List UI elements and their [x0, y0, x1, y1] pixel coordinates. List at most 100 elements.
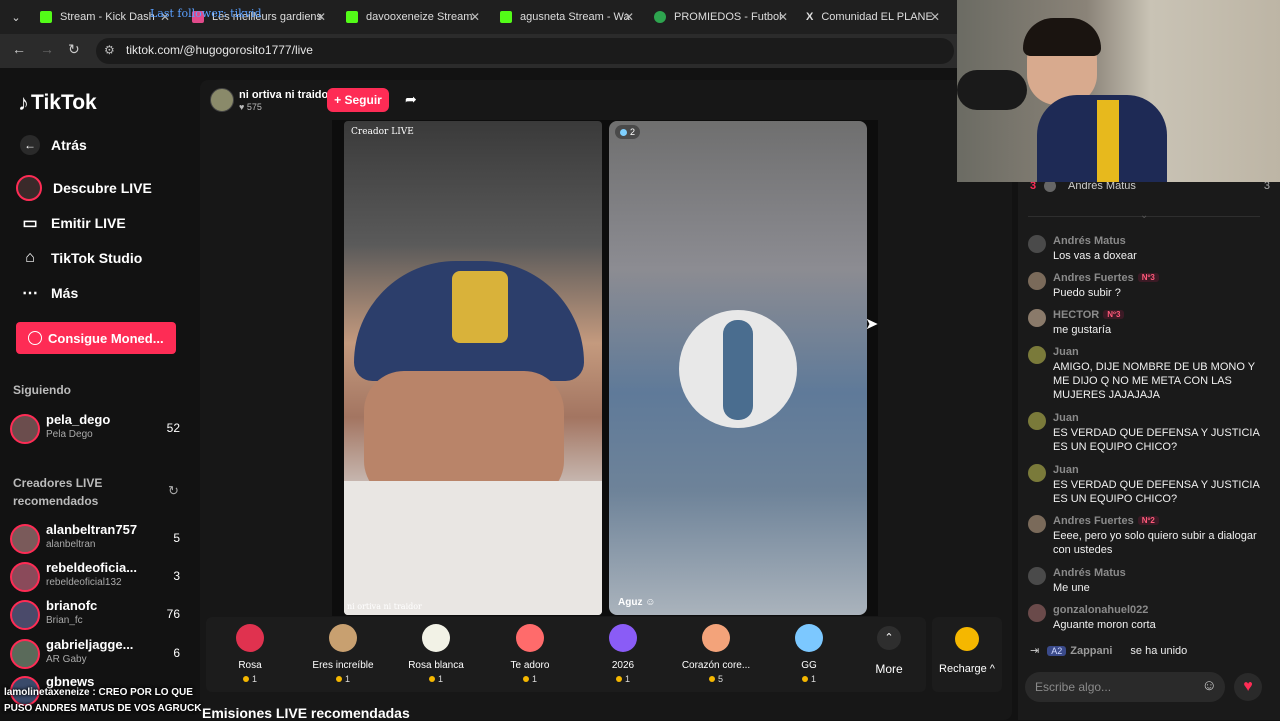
host-avatar[interactable]	[210, 88, 234, 112]
shirt-shape	[344, 481, 602, 615]
reload-icon[interactable]: ↻	[68, 41, 80, 58]
promiedos-icon	[654, 11, 666, 23]
guest-avatar[interactable]	[679, 310, 797, 428]
browser-tab[interactable]: agusneta Stream - Wa ✕	[500, 4, 638, 30]
host-likes: ♥ 575	[239, 102, 262, 112]
rose-icon	[236, 624, 264, 652]
tiktok-logo[interactable]: ♪ TikTok	[18, 90, 97, 116]
more-gifts-button[interactable]: ⌃ More	[868, 626, 910, 676]
nav-back[interactable]: ← Atrás	[20, 135, 87, 155]
tab-close-icon[interactable]: ✕	[470, 10, 480, 24]
gift-te-adoro[interactable]: Te adoro 1	[487, 620, 573, 684]
browser-tab[interactable]: davooxeneize Stream ✕	[346, 4, 484, 30]
gift-heart-button[interactable]: ♥	[1234, 673, 1262, 701]
avatar	[1028, 235, 1046, 253]
hair-shape	[1023, 18, 1101, 56]
recharge-button[interactable]: Recharge ^	[932, 617, 1002, 692]
host-name[interactable]: ni ortiva ni traidor	[239, 89, 333, 101]
heart-face-icon	[516, 624, 544, 652]
double-chevron-icon[interactable]: ⌄	[1140, 210, 1148, 221]
avatar	[10, 414, 40, 444]
refresh-icon[interactable]: ↻	[168, 483, 179, 499]
nav-go-live[interactable]: ▭ Emitir LIVE	[20, 213, 125, 233]
follow-button[interactable]: + Seguir	[327, 88, 389, 112]
gift-rosa-blanca[interactable]: Rosa blanca 1	[393, 620, 479, 684]
nav-discover-live[interactable]: Descubre LIVE	[16, 175, 152, 201]
enter-icon: ⇥	[1030, 645, 1040, 657]
arrow-left-icon: ←	[20, 135, 40, 155]
viewers-icon	[620, 128, 627, 136]
smile-icon: ☺	[645, 597, 656, 608]
rank-badge: Nº2	[1137, 516, 1159, 525]
avatar	[1028, 346, 1046, 364]
cap-badge	[452, 271, 508, 343]
x-logo-icon: X	[806, 11, 814, 23]
finger-heart-icon	[702, 624, 730, 652]
left-video-caption: ni ortiva ni traidor	[347, 602, 422, 611]
avatar	[10, 562, 40, 592]
white-rose-icon	[422, 624, 450, 652]
recommended-item[interactable]: alanbeltran757 alanbeltran 5	[10, 520, 190, 556]
rank-badge: Nº3	[1137, 273, 1159, 282]
gift-2026[interactable]: 2026 1	[580, 620, 666, 684]
avatar	[10, 639, 40, 669]
avatar	[1028, 464, 1046, 482]
dots-icon: ⋯	[22, 285, 38, 302]
recommended-item[interactable]: brianofc Brian_fc 76	[10, 596, 190, 632]
creator-live-badge: Creador LIVE	[351, 127, 414, 137]
rank-badge: Nº3	[1103, 310, 1125, 319]
gg-icon	[795, 624, 823, 652]
gift-corazon[interactable]: Corazón core... 5	[673, 620, 759, 684]
gift-gg[interactable]: GG 1	[766, 620, 852, 684]
caret-up-icon: ^	[989, 663, 995, 675]
avatar	[1028, 272, 1046, 290]
following-item[interactable]: pela_dego Pela Dego 52	[10, 410, 190, 446]
kick-icon	[500, 11, 512, 23]
get-coins-button[interactable]: Consigue Moned...	[16, 322, 176, 354]
mic-shape	[957, 70, 1027, 110]
gift-rosa[interactable]: Rosa 1	[207, 620, 293, 684]
browser-tab[interactable]: X Comunidad EL PLANE ✕	[806, 4, 944, 30]
stream-overlay-chat: lamolinetaxeneize : CREO POR LO QUE PUSO…	[4, 687, 202, 714]
live-avatar-icon	[16, 175, 42, 201]
guest-video[interactable]	[609, 121, 867, 615]
browser-tab-strip: ⌄ Stream - Kick Dash ✕ Les meilleurs gar…	[0, 0, 957, 34]
mouse-cursor-icon: ➤	[865, 316, 879, 333]
top-viewer-row[interactable]: 3 Andrés Matus 3	[1028, 180, 1270, 194]
browser-tab[interactable]: PROMIEDOS - Futbol ✕	[654, 4, 792, 30]
avatar	[1028, 604, 1046, 622]
tiktok-coin-icon	[955, 627, 979, 651]
site-info-icon[interactable]: ⚙	[104, 43, 115, 57]
recommended-item[interactable]: gabrieljagge... AR Gaby 6	[10, 635, 190, 671]
jersey-stripe	[1097, 100, 1119, 182]
level-badge: A2	[1047, 645, 1067, 656]
viewer-count: 2	[615, 125, 641, 139]
tab-menu-button[interactable]: ⌄	[6, 4, 26, 30]
avatar	[10, 524, 40, 554]
forward-arrow-icon[interactable]: →	[40, 41, 54, 57]
emoji-icon[interactable]: ☺	[1202, 677, 1217, 694]
house-icon: ⌂	[25, 249, 35, 266]
back-arrow-icon[interactable]: ←	[12, 41, 26, 57]
tab-close-icon[interactable]: ✕	[316, 10, 326, 24]
chat-input[interactable]: Escribe algo... ☺	[1025, 672, 1225, 702]
gift-eres-increible[interactable]: Eres increíble 1	[300, 620, 386, 684]
url-text: tiktok.com/@hugogorosito1777/live	[126, 43, 313, 57]
kick-icon	[346, 11, 358, 23]
nav-tiktok-studio[interactable]: ⌂ TikTok Studio	[20, 248, 142, 268]
tab-close-icon[interactable]: ✕	[624, 10, 634, 24]
nav-more[interactable]: ⋯ Más	[20, 283, 78, 303]
chevron-up-icon: ⌃	[877, 626, 901, 650]
tab-close-icon[interactable]: ✕	[930, 10, 940, 24]
avatar	[1028, 412, 1046, 430]
avatar	[1028, 515, 1046, 533]
coin-icon	[28, 331, 42, 345]
kick-icon	[40, 11, 52, 23]
tab-close-icon[interactable]: ✕	[778, 10, 788, 24]
share-icon[interactable]: ➦	[405, 91, 417, 108]
recommended-item[interactable]: rebeldeoficia... rebeldeoficial132 3	[10, 558, 190, 594]
avatar	[1028, 567, 1046, 585]
camera-icon: ▭	[22, 215, 38, 232]
recommended-lives-heading: Emisiones LIVE recomendadas	[202, 705, 410, 721]
host-video[interactable]	[344, 121, 602, 615]
